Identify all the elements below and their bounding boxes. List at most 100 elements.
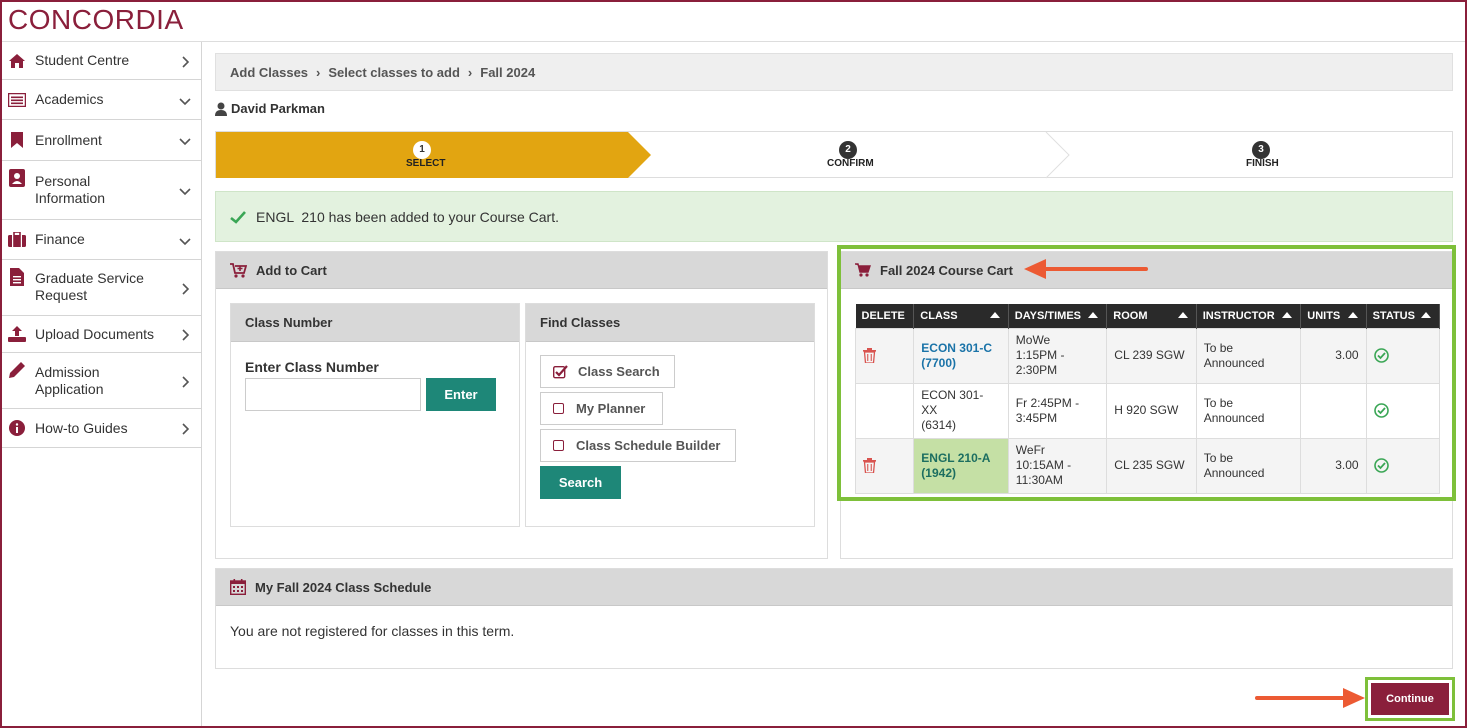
check-circle-icon — [1373, 403, 1432, 418]
sort-ascending-icon[interactable] — [989, 312, 1000, 318]
sidebar-item-enrollment[interactable]: Enrollment — [2, 120, 201, 161]
class-cell[interactable]: ECON 301-C (7700) — [913, 327, 1009, 384]
id-card-icon — [8, 169, 26, 187]
sidebar-item-label: Admission Application — [35, 364, 104, 397]
concordia-logo[interactable]: CONCORDIA — [8, 4, 184, 36]
days-times-cell: Fr 2:45PM -3:45PM — [1007, 382, 1108, 439]
column-header-status[interactable]: STATUS — [1366, 304, 1441, 328]
sidebar-item-personal-information[interactable]: Personal Information — [2, 161, 201, 220]
find-classes-panel: Find Classes Class Search My Planner Cla… — [525, 303, 815, 527]
breadcrumb-item: Fall 2024 — [480, 64, 536, 80]
sidebar-item-academics[interactable]: Academics — [2, 80, 201, 120]
status-cell — [1365, 382, 1441, 439]
step-1-number: 1 — [413, 141, 431, 159]
add-to-cart-title: Add to Cart — [256, 262, 327, 278]
breadcrumb-item[interactable]: Select classes to add — [328, 65, 460, 80]
chevron-right-icon — [179, 375, 191, 388]
search-button[interactable]: Search — [540, 466, 621, 499]
sidebar-item-label: Student Centre — [35, 52, 130, 68]
shopping-cart-icon — [855, 263, 871, 277]
sidebar-item-finance[interactable]: Finance — [2, 220, 201, 260]
step-2-number: 2 — [839, 141, 857, 159]
alert-message: ENGL 210 has been added to your Course C… — [256, 208, 559, 225]
class-schedule-header: My Fall 2024 Class Schedule — [216, 569, 1452, 606]
instructor-cell: To be Announced — [1195, 327, 1302, 384]
sort-ascending-icon[interactable] — [1282, 312, 1293, 318]
class-schedule-builder-option[interactable]: Class Schedule Builder — [540, 429, 736, 462]
continue-highlight-box: Continue — [1365, 677, 1455, 721]
sort-ascending-icon[interactable] — [1088, 312, 1099, 318]
delete-cell — [854, 382, 915, 439]
days-times-cell: WeFr 10:15AM -11:30AM — [1007, 437, 1108, 494]
checkbox[interactable] — [553, 403, 564, 414]
class-number-panel: Class Number Enter Class Number Enter — [230, 303, 520, 527]
column-header-units[interactable]: UNITS — [1300, 304, 1367, 328]
sidebar-item-label: Personal Information — [35, 173, 106, 206]
continue-button[interactable]: Continue — [1371, 683, 1449, 715]
class-cell[interactable]: ENGL 210-A (1942) — [913, 437, 1009, 494]
column-header-room[interactable]: ROOM — [1106, 304, 1197, 328]
check-icon — [230, 210, 246, 224]
chevron-down-icon — [179, 234, 191, 246]
pencil-icon — [8, 361, 26, 379]
home-icon — [8, 52, 26, 70]
sort-ascending-icon[interactable] — [1177, 312, 1188, 318]
annotation-arrow — [1038, 267, 1148, 271]
add-to-cart-panel: Add to Cart Class Number Enter Class Num… — [215, 251, 828, 559]
sidebar-item-label: Academics — [35, 91, 104, 107]
sidebar-item-admission-application[interactable]: Admission Application — [2, 353, 201, 409]
room-cell: CL 239 SGW — [1106, 327, 1197, 384]
class-link[interactable]: ENGL 210-A (1942) — [921, 451, 990, 480]
my-planner-option[interactable]: My Planner — [540, 392, 663, 425]
sort-ascending-icon[interactable] — [1421, 312, 1431, 318]
column-header-days-times[interactable]: DAYS/TIMES — [1008, 304, 1108, 328]
course-cart-table: DELETE CLASS DAYS/TIMES ROOM INSTRUCTOR … — [854, 304, 1441, 494]
breadcrumb-item[interactable]: Add Classes — [230, 65, 308, 80]
trash-icon[interactable] — [863, 458, 906, 473]
check-circle-icon — [1373, 348, 1432, 363]
sidebar-item-upload-documents[interactable]: Upload Documents — [2, 316, 201, 353]
steps-background — [216, 132, 1070, 179]
sidebar-item-graduate-service-request[interactable]: Graduate Service Request — [2, 260, 201, 316]
sidebar-item-label: How-to Guides — [35, 419, 128, 436]
find-classes-header: Find Classes — [526, 304, 814, 342]
sidebar-item-label: Graduate Service Request — [35, 270, 144, 303]
units-cell: 3.00 — [1300, 327, 1367, 384]
room-cell: H 920 SGW — [1106, 382, 1197, 439]
arrow-right-icon — [1343, 688, 1365, 708]
sidebar-item-label: Upload Documents — [35, 325, 155, 342]
step-3-label: FINISH — [1246, 158, 1279, 169]
column-header-class[interactable]: CLASS — [913, 304, 1009, 328]
course-cart-panel: Fall 2024 Course Cart DELETE CLASS DAYS/… — [840, 251, 1453, 559]
class-link[interactable]: ECON 301-C (7700) — [921, 341, 992, 370]
status-cell — [1365, 437, 1441, 494]
sidebar-item-how-to-guides[interactable]: How-to Guides — [2, 409, 201, 448]
table-row: ECON 301-C (7700) MoWe 1:15PM -2:30PM CL 2… — [854, 327, 1441, 384]
class-search-option[interactable]: Class Search — [540, 355, 675, 388]
user-icon — [215, 102, 227, 116]
units-cell — [1300, 382, 1367, 439]
class-schedule-title: My Fall 2024 Class Schedule — [255, 579, 432, 595]
success-alert: ENGL 210 has been added to your Course C… — [215, 191, 1453, 242]
trash-icon[interactable] — [863, 348, 906, 363]
check-circle-icon — [1373, 458, 1432, 473]
checkbox[interactable] — [553, 440, 564, 451]
table-row: ECON 301- XX (6314) Fr 2:45PM -3:45PM H 92… — [854, 382, 1441, 439]
step-2-label: CONFIRM — [827, 158, 874, 169]
column-header-instructor[interactable]: INSTRUCTOR — [1196, 304, 1302, 328]
days-times-cell: MoWe 1:15PM -2:30PM — [1007, 327, 1108, 384]
checked-checkbox-icon[interactable] — [553, 364, 569, 379]
sort-ascending-icon[interactable] — [1347, 312, 1358, 318]
chevron-right-icon: › — [316, 64, 321, 80]
sidebar-item-student-centre[interactable]: Student Centre — [2, 42, 201, 80]
sidebar-nav: Student Centre Academics Enrollment Pers… — [2, 42, 202, 726]
table-row: ENGL 210-A (1942) WeFr 10:15AM -11:30AM CL… — [854, 437, 1441, 494]
progress-steps: 1 SELECT 2 CONFIRM 3 FINISH — [215, 131, 1453, 179]
enter-button[interactable]: Enter — [426, 378, 496, 411]
calendar-icon — [230, 579, 246, 595]
schedule-message: You are not registered for classes in th… — [230, 623, 515, 639]
class-number-input[interactable] — [245, 378, 421, 411]
cart-plus-icon — [230, 262, 247, 278]
briefcase-icon — [8, 231, 26, 249]
chevron-right-icon — [179, 422, 191, 435]
